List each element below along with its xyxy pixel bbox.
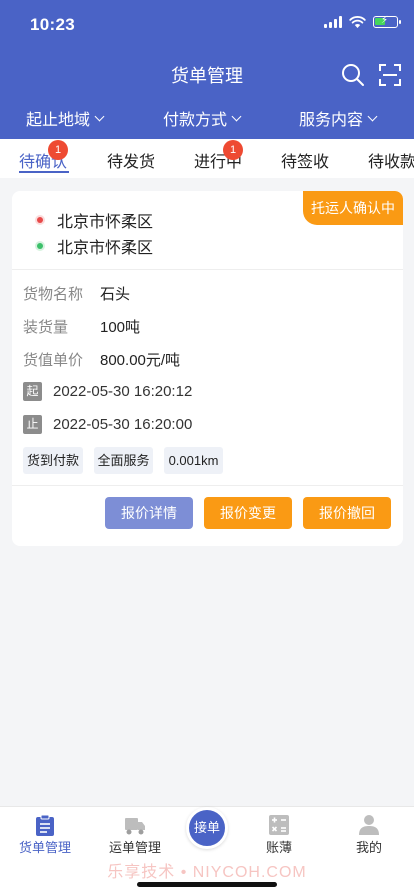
watermark: 乐享技术 • NIYCOH.COM: [107, 864, 307, 881]
tag-distance: 0.001km: [164, 447, 223, 474]
user-icon: [359, 815, 379, 835]
destination-dot-icon: [37, 243, 43, 249]
filter-service-label: 服务内容: [299, 112, 364, 129]
divider: [12, 485, 403, 486]
field-label: 货物名称: [23, 286, 84, 303]
field-cargo-name: 货物名称 石头: [23, 283, 130, 304]
quote-withdraw-button[interactable]: 报价撤回: [303, 497, 391, 529]
quote-details-button[interactable]: 报价详情: [105, 497, 193, 529]
tabbar-label: 货单管理: [18, 840, 71, 855]
home-indicator[interactable]: [137, 882, 277, 887]
status-badge: 托运人确认中: [303, 191, 403, 225]
filter-payment[interactable]: 付款方式: [163, 106, 242, 130]
status-icons: ⚡: [324, 15, 401, 28]
wifi-icon: [349, 16, 366, 28]
start-time-row: 起 2022-05-30 16:20:12: [23, 382, 192, 401]
end-time: 2022-05-30 16:20:00: [53, 416, 193, 433]
tabbar-label: 我的: [355, 840, 382, 855]
end-time-row: 止 2022-05-30 16:20:00: [23, 415, 192, 434]
end-mark: 止: [23, 415, 42, 434]
scan-icon[interactable]: [377, 62, 403, 88]
origin-text: 北京市怀柔区: [57, 214, 154, 231]
filter-bar: 起止地域 付款方式 服务内容: [0, 106, 414, 130]
route-destination: 北京市怀柔区: [37, 234, 153, 258]
active-tab-indicator: [19, 171, 69, 173]
field-value: 石头: [100, 286, 131, 303]
field-value: 100吨: [100, 319, 141, 336]
field-label: 货值单价: [23, 352, 84, 369]
filter-region-label: 起止地域: [26, 112, 91, 129]
filter-region[interactable]: 起止地域: [26, 106, 105, 130]
accept-order-button[interactable]: 接单: [186, 807, 228, 849]
tab-pending-shipment[interactable]: 待发货: [107, 148, 155, 172]
calculator-icon: [269, 815, 289, 835]
search-icon[interactable]: [340, 62, 366, 88]
field-load-volume: 装货量 100吨: [23, 316, 140, 337]
cellular-signal-icon: [324, 16, 342, 28]
filter-payment-label: 付款方式: [163, 112, 228, 129]
tab-pending-signoff[interactable]: 待签收: [281, 148, 329, 172]
tab-badge: 1: [48, 140, 68, 160]
tabbar-label: 账薄: [265, 840, 292, 855]
order-card[interactable]: 托运人确认中 北京市怀柔区 北京市怀柔区 货物名称 石头 装货量 100吨 货值…: [12, 191, 403, 546]
tag-payment-method: 货到付款: [23, 447, 83, 474]
start-time: 2022-05-30 16:20:12: [53, 383, 193, 400]
chevron-down-icon: [94, 111, 105, 121]
battery-icon: ⚡: [373, 15, 401, 28]
tabbar-label: 运单管理: [108, 840, 161, 855]
field-unit-price: 货值单价 800.00元/吨: [23, 349, 180, 370]
truck-icon: [125, 818, 145, 835]
chevron-down-icon: [231, 111, 242, 121]
tag-service-type: 全面服务: [94, 447, 153, 474]
chevron-down-icon: [367, 111, 378, 121]
status-time: 10:23: [30, 15, 75, 34]
destination-text: 北京市怀柔区: [57, 240, 154, 257]
quote-change-button[interactable]: 报价变更: [204, 497, 292, 529]
start-mark: 起: [23, 382, 42, 401]
filter-service[interactable]: 服务内容: [299, 106, 378, 130]
origin-dot-icon: [37, 217, 43, 223]
tab-pending-payment[interactable]: 待收款: [368, 148, 414, 172]
field-label: 装货量: [23, 319, 69, 336]
app-header: 10:23 ⚡ 货单管理 起止地域 付款方式 服务内容: [0, 0, 414, 139]
field-value: 800.00元/吨: [100, 352, 181, 369]
route-origin: 北京市怀柔区: [37, 208, 153, 232]
tab-badge: 1: [223, 140, 243, 160]
clipboard-icon: [36, 814, 54, 836]
divider: [12, 269, 403, 270]
status-bar: 10:23 ⚡: [0, 0, 414, 48]
